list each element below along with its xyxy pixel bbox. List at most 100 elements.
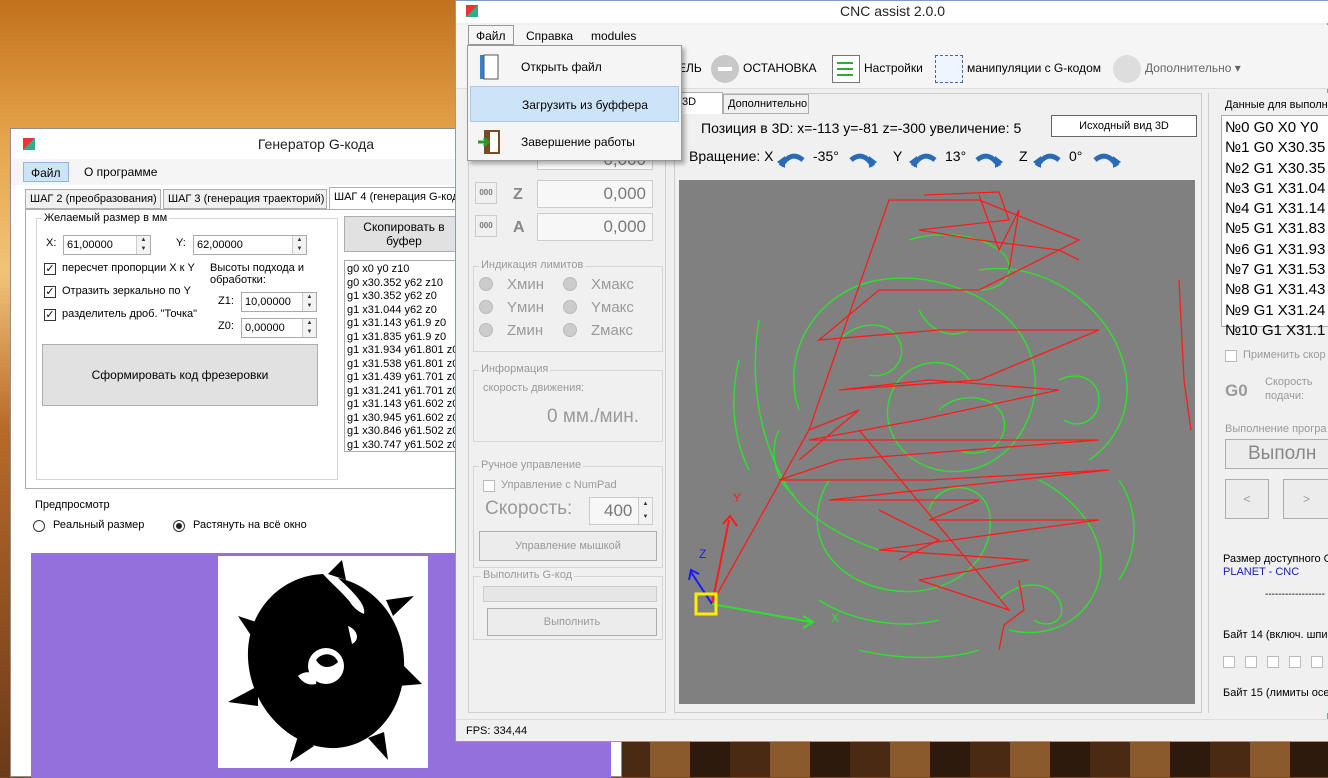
z1-value: 10,00000: [245, 296, 291, 308]
tab-3d[interactable]: 3D: [677, 92, 723, 114]
gcode-lines: №0 G0 X0 Y0 №1 G0 X30.35 №2 G1 X30.35 №3…: [1225, 118, 1328, 341]
spin-arrows-icon[interactable]: ▲ ▼: [638, 498, 652, 524]
numpad-label: Управление с NumPad: [501, 479, 617, 491]
tab-step2[interactable]: ШАГ 2 (преобразования): [25, 189, 161, 209]
code-line: g1 x30.352 y62 z0: [347, 290, 437, 302]
rotate-left-icon[interactable]: [909, 150, 937, 168]
byte-bit-checkbox[interactable]: [1311, 656, 1323, 668]
proportion-checkbox[interactable]: ✓: [44, 263, 56, 275]
stop-button[interactable]: ОСТАНОВКА: [711, 53, 817, 83]
rotate-right-icon[interactable]: [975, 150, 1003, 168]
gcode-manip-button[interactable]: манипуляции с G-кодом: [935, 53, 1101, 83]
mirror-label: Отразить зеркально по Y: [60, 285, 193, 297]
dashes-text: ------------------: [1265, 589, 1325, 600]
mouse-control-button[interactable]: Управление мышкой: [479, 531, 657, 561]
rotate-right-icon[interactable]: [849, 150, 877, 168]
menu-bar: Файл Справка modules: [456, 25, 1328, 47]
x-size-value: 61,00000: [67, 239, 113, 251]
limits-label: Индикация лимитов: [479, 259, 586, 271]
menu-file[interactable]: Файл: [468, 25, 514, 45]
gcode-line[interactable]: №0 G0 X0 Y0: [1225, 118, 1328, 138]
gcode-line[interactable]: №5 G1 X31.83: [1225, 219, 1328, 239]
desktop-strip: [610, 740, 1328, 777]
zero-z-button[interactable]: 000: [475, 182, 497, 204]
menu-open-file[interactable]: Открыть файл: [470, 49, 679, 85]
stop-label: ОСТАНОВКА: [743, 61, 817, 75]
axis-y-label: Y: [733, 491, 741, 505]
rotation-y-label: Y: [893, 148, 903, 164]
gcode-line[interactable]: №2 G1 X30.35: [1225, 159, 1328, 179]
a-coord-field[interactable]: 0,000: [537, 213, 653, 241]
y-label: Y:: [174, 237, 188, 249]
gcode-line[interactable]: №3 G1 X31.04: [1225, 179, 1328, 199]
reset-3d-view-button[interactable]: Исходный вид 3D: [1051, 115, 1197, 137]
z0-value: 0,00000: [245, 322, 285, 334]
spin-arrows-icon[interactable]: ▲ ▼: [302, 319, 316, 337]
code-line: g1 x30.747 y61.502 z0: [347, 438, 459, 451]
next-button[interactable]: >: [1283, 479, 1328, 519]
more-label: Дополнительно: [1145, 61, 1232, 75]
menu-about[interactable]: О программе: [77, 162, 164, 182]
gcode-list[interactable]: №0 G0 X0 Y0 №1 G0 X30.35 №2 G1 X30.35 №3…: [1221, 115, 1328, 339]
rotate-right-icon[interactable]: [1093, 150, 1121, 168]
code-line: g1 x31.143 y61.602 z0: [347, 398, 459, 410]
prev-button[interactable]: <: [1225, 479, 1269, 519]
apply-speed-checkbox[interactable]: [1225, 350, 1237, 362]
numpad-checkbox[interactable]: [483, 480, 495, 492]
x-size-input[interactable]: 61,00000 ▲ ▼: [63, 235, 151, 255]
zero-a-button[interactable]: 000: [475, 215, 497, 237]
byte-bit-checkbox[interactable]: [1245, 656, 1257, 668]
menu-file[interactable]: Файл: [23, 162, 69, 182]
tab-step3[interactable]: ШАГ 3 (генерация траекторий): [163, 189, 327, 209]
rotate-left-icon[interactable]: [1033, 150, 1061, 168]
gcode-line[interactable]: №4 G1 X31.14: [1225, 199, 1328, 219]
limit-indicator: [563, 300, 577, 314]
speed-value: 0 мм./мин.: [547, 406, 639, 427]
speed-input-value: 400: [604, 501, 633, 520]
menu-exit[interactable]: Завершение работы: [470, 124, 679, 160]
form-gcode-button[interactable]: Сформировать код фрезеровки: [42, 344, 318, 406]
app-icon: [466, 5, 478, 17]
gcode-line[interactable]: №9 G1 X31.24: [1225, 301, 1328, 321]
more-button[interactable]: Дополнительно ▾: [1113, 53, 1241, 83]
tab-additional[interactable]: Дополнительно: [723, 94, 809, 114]
exec-button[interactable]: Выполнить: [487, 608, 657, 636]
y-size-input[interactable]: 62,00000 ▲ ▼: [193, 235, 307, 255]
gcode-line[interactable]: №1 G0 X30.35: [1225, 138, 1328, 158]
spin-arrows-icon[interactable]: ▲ ▼: [292, 236, 306, 254]
menu-modules[interactable]: modules: [584, 26, 643, 46]
settings-label: Настройки: [864, 61, 923, 75]
gcode-line[interactable]: №6 G1 X31.93: [1225, 240, 1328, 260]
real-size-radio[interactable]: [33, 520, 45, 532]
menu-help[interactable]: Справка: [519, 26, 580, 46]
z-coord-field[interactable]: 0,000: [537, 180, 653, 208]
exec-program-button[interactable]: Выполн: [1225, 439, 1328, 469]
speed-input[interactable]: 400 ▲ ▼: [589, 497, 653, 525]
spin-arrows-icon[interactable]: ▲ ▼: [136, 236, 150, 254]
limit-indicator: [479, 300, 493, 314]
decimal-point-checkbox[interactable]: ✓: [44, 309, 56, 321]
gcode-output[interactable]: g0 x0 y0 z10 g0 x30.352 y62 z10 g1 x30.3…: [344, 260, 464, 452]
gcode-line[interactable]: №7 G1 X31.53: [1225, 260, 1328, 280]
proportion-label: пересчет пропорции X к Y: [60, 262, 197, 274]
z0-input[interactable]: 0,00000 ▲ ▼: [241, 318, 317, 338]
tab-strip: ШАГ 2 (преобразования) ШАГ 3 (генерация …: [25, 187, 475, 209]
window-title: Генератор G-кода: [257, 136, 375, 152]
gcode-line[interactable]: №10 G1 X31.1: [1225, 321, 1328, 341]
mirror-checkbox[interactable]: ✓: [44, 286, 56, 298]
tab-step4[interactable]: ШАГ 4 (генерация G-кода): [329, 187, 475, 209]
rotate-left-icon[interactable]: [777, 150, 805, 168]
z1-input[interactable]: 10,00000 ▲ ▼: [241, 292, 317, 312]
stretch-radio[interactable]: [173, 520, 185, 532]
settings-button[interactable]: Настройки: [832, 53, 923, 83]
byte-bit-checkbox[interactable]: [1289, 656, 1301, 668]
menu-load-from-buffer[interactable]: Загрузить из буффера: [470, 86, 679, 122]
window-title-bar[interactable]: CNC assist 2.0.0: [456, 1, 1328, 23]
open-file-icon: [480, 54, 499, 80]
copy-to-buffer-button[interactable]: Скопировать в буфер: [344, 216, 464, 252]
3d-toolpath-view[interactable]: Y Z X: [679, 180, 1195, 704]
byte-bit-checkbox[interactable]: [1223, 656, 1235, 668]
spin-arrows-icon[interactable]: ▲ ▼: [302, 293, 316, 311]
gcode-line[interactable]: №8 G1 X31.43: [1225, 280, 1328, 300]
byte-bit-checkbox[interactable]: [1267, 656, 1279, 668]
